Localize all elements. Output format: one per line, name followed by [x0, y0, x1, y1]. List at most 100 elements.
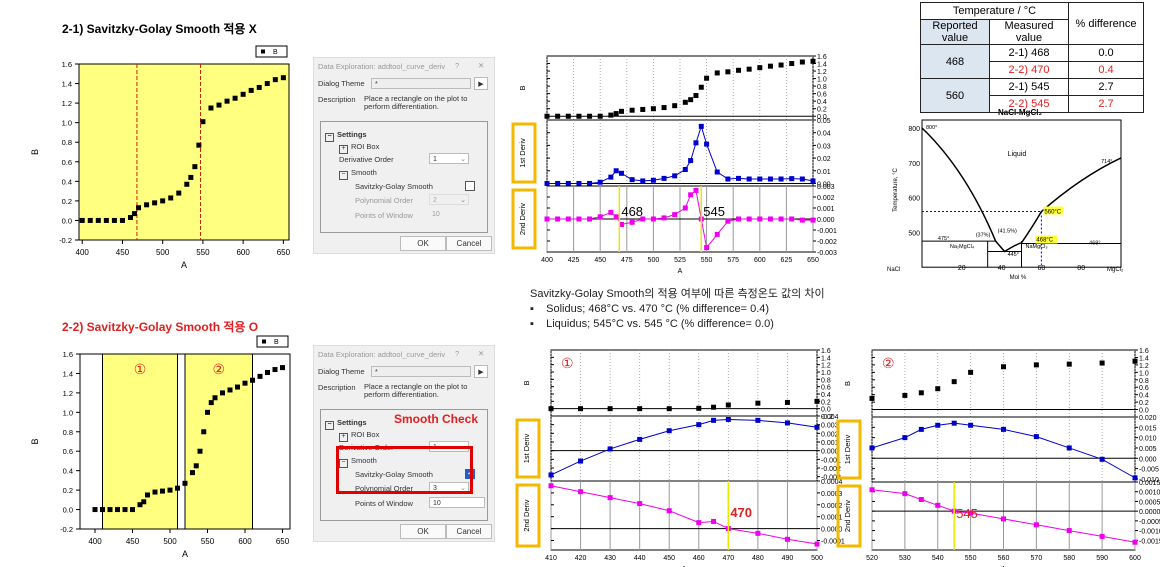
region-label: ① [134, 361, 147, 377]
data-point [650, 177, 656, 183]
smooth-node[interactable]: − Smooth [339, 168, 377, 180]
y-tick-label: 0.6 [1139, 385, 1149, 392]
data-point [188, 174, 194, 180]
plot-background [79, 64, 289, 240]
x-tick-label: 470 [722, 555, 734, 562]
data-point [661, 105, 667, 111]
notes-item-text: Solidus; 468°C vs. 470 °C (% difference=… [546, 303, 770, 315]
ok-button[interactable]: OK [400, 236, 446, 251]
cell-measured: 2-2) 545 [989, 95, 1069, 113]
data-point [637, 501, 643, 507]
data-point [757, 65, 763, 71]
x-tick-label: 550 [201, 537, 215, 546]
x-tick-label: 425 [568, 257, 580, 264]
legend-box [256, 335, 289, 348]
close-button[interactable]: ✕ [478, 61, 484, 70]
data-point [130, 507, 135, 513]
header-diff: % difference [1068, 2, 1144, 45]
theme-menu-button[interactable]: ▶ [474, 77, 488, 90]
data-point [184, 181, 190, 187]
theme-select[interactable]: * [371, 366, 471, 377]
x-tick-label: 575 [727, 257, 739, 264]
smooth-check-annotation: Smooth Check [394, 412, 479, 426]
data-point [767, 216, 773, 222]
data-point [1066, 361, 1072, 367]
collapse-icon[interactable]: − [339, 171, 348, 180]
y-tick-label: 1.0 [817, 77, 827, 84]
data-point [755, 417, 761, 423]
collapse-icon[interactable]: − [325, 421, 334, 430]
x-tick-label: 430 [604, 555, 616, 562]
data-point [613, 168, 619, 174]
theme-menu-button[interactable]: ▶ [474, 365, 488, 378]
data-point [205, 409, 210, 415]
data-point [103, 217, 109, 223]
expand-icon[interactable]: + [339, 433, 348, 442]
poly-order-select[interactable]: 2 ⌄ [429, 194, 469, 205]
x-tick-label: 500 [156, 248, 170, 257]
roi-node[interactable]: + ROI Box [339, 430, 379, 442]
help-button[interactable]: ? [455, 61, 459, 70]
y-tick-label: -0.0001 [821, 538, 845, 545]
data-point [576, 216, 582, 222]
data-point [789, 176, 795, 182]
x-tick-label: 580 [1063, 555, 1075, 562]
data-point [789, 61, 795, 67]
smooth-label: Smooth [351, 168, 377, 177]
data-point [935, 422, 941, 428]
y-tick-label: 0.8 [63, 428, 73, 437]
ok-button[interactable]: OK [400, 524, 446, 539]
cell-measured: 2-2) 470 [989, 61, 1069, 79]
data-point [736, 67, 742, 73]
collapse-icon[interactable]: − [325, 133, 334, 142]
data-point [565, 180, 571, 186]
cell-reported: 468 [920, 44, 990, 79]
window-input[interactable]: 10 [429, 209, 485, 220]
panel-y-label: 1st Deriv [843, 434, 852, 464]
deriv-order-select[interactable]: 1 ⌄ [429, 153, 469, 164]
data-point [711, 404, 717, 410]
y-tick-label: 0.4 [63, 467, 73, 476]
data-point [757, 176, 763, 182]
y-tick-label: 0.000 [821, 449, 839, 456]
data-point [607, 446, 613, 452]
x-axis-label: A [182, 549, 188, 559]
theme-select[interactable]: * [371, 78, 471, 89]
data-point [608, 174, 614, 180]
y-tick-label: 0.6 [62, 158, 72, 167]
data-point [799, 217, 805, 223]
x-tick-label: 560 [998, 555, 1010, 562]
y-tick-label: 0.2 [821, 399, 831, 406]
data-point [778, 62, 784, 68]
y-tick-label: 1.0 [821, 370, 831, 377]
help-button[interactable]: ? [455, 349, 459, 358]
panel-tag: ② [882, 355, 895, 371]
chart-c5: 0.00.20.40.60.81.01.21.41.6B-0.010-0.005… [836, 348, 1160, 567]
data-point [240, 91, 246, 97]
y-tick-label: 1.6 [1139, 348, 1149, 355]
settings-node[interactable]: − Settings [325, 418, 367, 430]
data-point [119, 217, 125, 223]
expand-icon[interactable]: + [339, 145, 348, 154]
header-temperature: Temperature / °C [920, 2, 1069, 20]
data-point [176, 190, 182, 196]
data-point [232, 95, 238, 101]
cancel-button[interactable]: Cancel [446, 524, 492, 539]
x-tick-label: 20 [958, 265, 966, 272]
window-input[interactable]: 10 [429, 497, 485, 508]
close-button[interactable]: ✕ [478, 349, 484, 358]
window-label: Points of Window [355, 499, 413, 508]
settings-node[interactable]: − Settings [325, 130, 367, 142]
sg-smooth-checkbox[interactable] [465, 181, 475, 191]
panel-y-label: 2nd Deriv [843, 500, 852, 532]
data-point [1066, 528, 1072, 534]
y-tick-label: 1.2 [821, 363, 831, 370]
data-point [1099, 456, 1105, 462]
data-point [264, 81, 270, 87]
roi-node[interactable]: + ROI Box [339, 142, 379, 154]
data-point [629, 107, 635, 113]
data-point [597, 113, 603, 119]
data-point [265, 369, 270, 375]
cancel-button[interactable]: Cancel [446, 236, 492, 251]
y-tick-label: -0.001 [817, 228, 837, 235]
